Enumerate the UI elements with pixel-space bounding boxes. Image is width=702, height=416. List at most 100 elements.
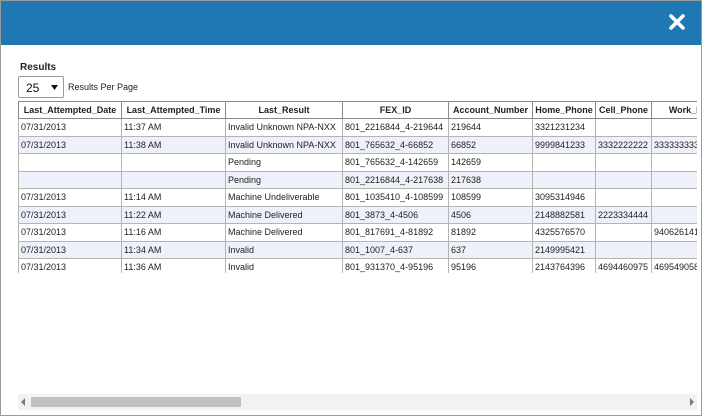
table-cell: Machine Delivered [225, 223, 343, 242]
results-table-viewport: Last_Attempted_Date Last_Attempted_Time … [18, 101, 697, 273]
table-cell: 11:22 AM [121, 205, 226, 224]
table-cell: Machine Undeliverable [225, 188, 343, 207]
table-cell [595, 188, 652, 207]
column-header[interactable]: Last_Attempted_Time [121, 101, 226, 119]
table-cell: 801_817691_4-81892 [342, 223, 449, 242]
table-cell: 801_2216844_4-219644 [342, 118, 449, 137]
table-cell [121, 170, 226, 189]
table-cell: Invalid Unknown NPA-NXX [225, 135, 343, 154]
table-cell: 2223334444 [595, 205, 652, 224]
results-label: Results [20, 62, 57, 73]
table-cell [651, 240, 697, 259]
column-header[interactable]: Cell_Phone [595, 101, 652, 119]
table-row[interactable]: 07/31/2013 11:22 AM Machine Delivered 801_3… [18, 205, 697, 224]
table-row[interactable]: 07/31/2013 11:16 AM Machine Delivered 801_8… [18, 223, 697, 242]
table-cell: Invalid [225, 258, 343, 273]
table-row[interactable]: 07/31/2013 11:38 AM Invalid Unknown NPA-NX… [18, 135, 697, 154]
table-cell [651, 118, 697, 137]
scrollbar-thumb[interactable] [31, 397, 241, 407]
table-cell [595, 170, 652, 189]
table-cell [18, 153, 122, 172]
column-header[interactable]: FEX_ID [342, 101, 449, 119]
table-cell: 801_765632_4-142659 [342, 153, 449, 172]
table-cell: 11:14 AM [121, 188, 226, 207]
results-per-page-select[interactable]: 25 [18, 76, 64, 98]
table-cell: 07/31/2013 [18, 258, 122, 273]
column-header[interactable]: Last_Result [225, 101, 343, 119]
table-cell [651, 153, 697, 172]
column-header[interactable]: Work_Pho [651, 101, 697, 119]
dialog-header [1, 1, 701, 45]
table-cell [595, 240, 652, 259]
table-cell: 11:37 AM [121, 118, 226, 137]
table-cell: 801_2216844_4-217638 [342, 170, 449, 189]
results-table: Last_Attempted_Date Last_Attempted_Time … [18, 101, 697, 273]
table-cell: 07/31/2013 [18, 135, 122, 154]
column-header[interactable]: Last_Attempted_Date [18, 101, 122, 119]
scroll-left-arrow-icon[interactable] [21, 398, 25, 406]
table-cell [532, 170, 596, 189]
table-cell: 2143764396 [532, 258, 596, 273]
table-cell: 3321231234 [532, 118, 596, 137]
table-cell [595, 118, 652, 137]
table-cell: 219644 [448, 118, 533, 137]
table-cell: 07/31/2013 [18, 240, 122, 259]
table-cell [121, 153, 226, 172]
table-cell: 637 [448, 240, 533, 259]
table-cell: 142659 [448, 153, 533, 172]
table-cell: 3095314946 [532, 188, 596, 207]
table-cell: 3332222222 [595, 135, 652, 154]
table-cell: Pending [225, 170, 343, 189]
table-cell: 81892 [448, 223, 533, 242]
table-cell: 66852 [448, 135, 533, 154]
results-per-page-label: Results Per Page [68, 82, 139, 92]
table-cell: 11:36 AM [121, 258, 226, 273]
table-cell: 801_1035410_4-108599 [342, 188, 449, 207]
table-cell: 801_931370_4-95196 [342, 258, 449, 273]
table-cell: 4325576570 [532, 223, 596, 242]
column-header[interactable]: Home_Phone [532, 101, 596, 119]
table-cell: Pending [225, 153, 343, 172]
close-x-icon [669, 14, 685, 30]
table-cell [651, 205, 697, 224]
table-cell: 11:38 AM [121, 135, 226, 154]
results-dialog: Results 25 Results Per Page Last_Attempt… [0, 0, 702, 416]
table-cell: 940626141 [651, 223, 697, 242]
table-row[interactable]: Pending 801_2216844_4-217638 217638 [18, 170, 697, 189]
table-row[interactable]: Pending 801_765632_4-142659 142659 [18, 153, 697, 172]
horizontal-scrollbar[interactable] [18, 394, 697, 410]
table-cell: 108599 [448, 188, 533, 207]
table-cell: 95196 [448, 258, 533, 273]
close-button[interactable] [665, 10, 689, 34]
per-page-value: 25 [26, 81, 40, 95]
table-cell: 07/31/2013 [18, 118, 122, 137]
table-cell [18, 170, 122, 189]
table-cell: 4506 [448, 205, 533, 224]
table-row[interactable]: 07/31/2013 11:34 AM Invalid 801_1007_4-637 6… [18, 240, 697, 259]
scroll-right-arrow-icon[interactable] [690, 398, 694, 406]
table-cell: Invalid Unknown NPA-NXX [225, 118, 343, 137]
table-cell: 801_765632_4-66852 [342, 135, 449, 154]
table-cell: 801_3873_4-4506 [342, 205, 449, 224]
table-row[interactable]: 07/31/2013 11:36 AM Invalid 801_931370_4-95… [18, 258, 697, 273]
table-cell: Invalid [225, 240, 343, 259]
table-cell: 07/31/2013 [18, 223, 122, 242]
table-row[interactable]: 07/31/2013 11:14 AM Machine Undeliverable 8… [18, 188, 697, 207]
table-cell [595, 223, 652, 242]
table-cell: 333333333 [651, 135, 697, 154]
table-header-row: Last_Attempted_Date Last_Attempted_Time … [18, 101, 697, 119]
table-cell [595, 153, 652, 172]
table-row[interactable]: 07/31/2013 11:37 AM Invalid Unknown NPA-NX… [18, 118, 697, 137]
column-header[interactable]: Account_Number [448, 101, 533, 119]
table-cell: 11:34 AM [121, 240, 226, 259]
table-cell: 11:16 AM [121, 223, 226, 242]
table-cell [651, 170, 697, 189]
table-cell: 4694460975 [595, 258, 652, 273]
table-cell: 801_1007_4-637 [342, 240, 449, 259]
dropdown-caret-icon [51, 85, 58, 90]
table-cell: 2149995421 [532, 240, 596, 259]
table-cell: 469549058 [651, 258, 697, 273]
table-cell [532, 153, 596, 172]
table-cell: 9999841233 [532, 135, 596, 154]
table-cell: 07/31/2013 [18, 205, 122, 224]
